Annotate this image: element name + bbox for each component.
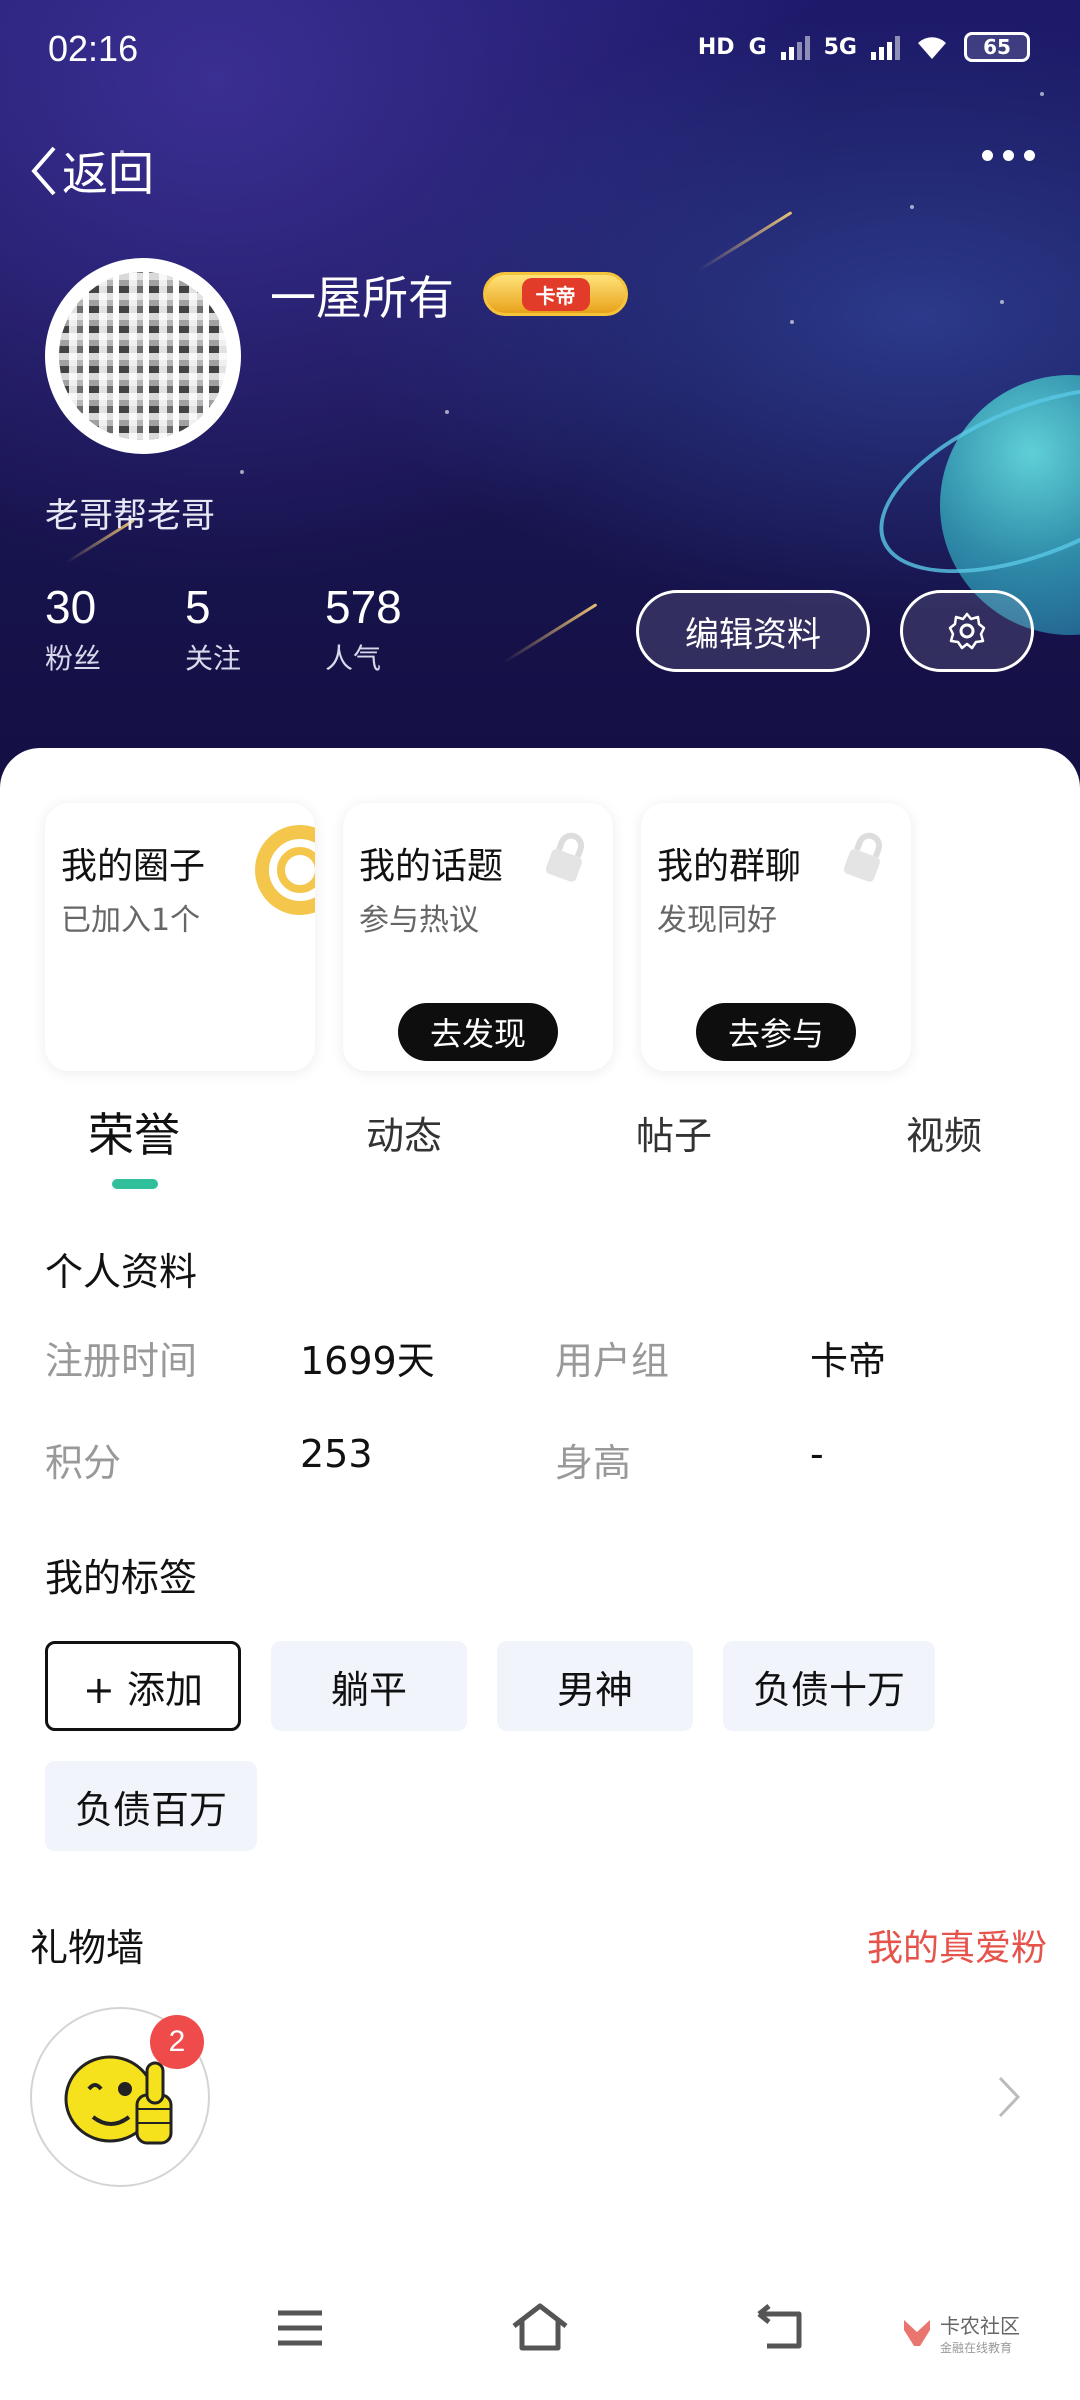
- card-my-circles[interactable]: 我的圈子 已加入1个: [45, 803, 315, 1071]
- battery-icon: 65: [964, 32, 1030, 62]
- more-button[interactable]: [982, 150, 1035, 161]
- user-signature: 老哥帮老哥: [45, 496, 215, 536]
- tab-honor[interactable]: 荣誉: [88, 1099, 180, 1165]
- avatar[interactable]: [45, 258, 241, 454]
- kanong-logo-icon: [904, 2320, 930, 2346]
- personal-info-title: 个人资料: [45, 1250, 198, 1294]
- stat-following[interactable]: 5 关注: [185, 583, 245, 677]
- back-nav-icon[interactable]: [755, 2304, 805, 2350]
- tab-videos[interactable]: 视频: [906, 1105, 982, 1160]
- avatar-image: [59, 272, 227, 440]
- menu-icon[interactable]: [276, 2308, 324, 2348]
- my-tags-title: 我的标签: [45, 1556, 198, 1600]
- info-value-height: -: [810, 1432, 824, 1476]
- watermark-logo: 卡农社区 金融在线教育: [900, 2310, 1020, 2356]
- card-my-groups[interactable]: 我的群聊 发现同好 去参与: [641, 803, 911, 1071]
- user-level-badge[interactable]: 卡帝: [483, 272, 628, 316]
- stat-followers[interactable]: 30 粉丝: [45, 583, 105, 677]
- home-icon[interactable]: [510, 2302, 570, 2352]
- settings-button[interactable]: [900, 590, 1034, 672]
- add-tag-button[interactable]: + 添加: [45, 1641, 241, 1731]
- stat-label: 人气: [325, 642, 382, 676]
- watermark-name: 卡农社区: [940, 2314, 1020, 2338]
- discover-button[interactable]: 去发现: [398, 1003, 558, 1061]
- info-value-register-time: 1699天: [300, 1339, 435, 1383]
- user-stats: 30 粉丝 5 关注 578 人气: [45, 583, 462, 677]
- signal-icon: [780, 34, 810, 60]
- more-dot-icon: [1003, 150, 1014, 161]
- tag-chip[interactable]: 负债百万: [45, 1761, 258, 1851]
- tag-chip[interactable]: 躺平: [271, 1641, 467, 1731]
- circle-icon-inner: [277, 847, 315, 893]
- stat-label: 粉丝: [45, 642, 102, 676]
- card-subtitle: 发现同好: [657, 903, 777, 938]
- status-icons: HD G 5G 65: [698, 32, 1030, 62]
- card-my-topics[interactable]: 我的话题 参与热议 去发现: [343, 803, 613, 1071]
- stat-value: 30: [45, 581, 97, 633]
- tag-list: + 添加 躺平 男神 负债十万 负债百万: [45, 1641, 1035, 1851]
- profile-tabs: 荣誉 动态 帖子 视频: [0, 1105, 1080, 1195]
- tab-activity[interactable]: 动态: [366, 1105, 442, 1160]
- more-dot-icon: [982, 150, 993, 161]
- tab-posts[interactable]: 帖子: [636, 1105, 712, 1160]
- tag-chip[interactable]: 负债十万: [723, 1641, 936, 1731]
- stat-popularity[interactable]: 578 人气: [325, 583, 402, 677]
- status-time: 02:16: [48, 28, 139, 69]
- back-label: 返回: [62, 147, 154, 201]
- stat-label: 关注: [185, 642, 242, 676]
- info-label-points: 积分: [45, 1441, 122, 1485]
- back-button[interactable]: 返回: [28, 138, 154, 204]
- status-bar: 02:16 HD G 5G 65: [0, 0, 1080, 100]
- badge-label: 卡帝: [521, 277, 590, 311]
- active-tab-indicator: [112, 1179, 158, 1189]
- edit-profile-button[interactable]: 编辑资料: [636, 590, 870, 672]
- username: 一屋所有: [270, 271, 454, 325]
- signal-5g-icon: [871, 34, 900, 60]
- card-subtitle: 参与热议: [359, 903, 479, 938]
- lock-icon: [843, 832, 883, 882]
- info-value-user-group: 卡帝: [810, 1339, 887, 1383]
- watermark-sub: 金融在线教育: [940, 2341, 1013, 2355]
- signal-5g-label: 5G: [823, 34, 857, 60]
- info-value-points: 253: [300, 1432, 373, 1476]
- info-label-user-group: 用户组: [555, 1339, 670, 1383]
- signal-g-label: G: [748, 34, 767, 60]
- stat-value: 578: [325, 581, 402, 633]
- stat-value: 5: [185, 581, 211, 633]
- chevron-left-icon: [31, 146, 56, 196]
- info-label-height: 身高: [555, 1441, 632, 1485]
- feature-cards: 我的圈子 已加入1个 我的话题 参与热议 去发现 我的群聊 发现同好 去参与: [45, 803, 911, 1071]
- gift-wall-title: 礼物墙: [30, 1926, 145, 1970]
- join-button[interactable]: 去参与: [696, 1003, 856, 1061]
- info-label-register-time: 注册时间: [45, 1339, 198, 1383]
- wifi-icon: [918, 37, 946, 59]
- tag-chip[interactable]: 男神: [497, 1641, 693, 1731]
- gift-count-badge: 2: [150, 2015, 204, 2069]
- gear-icon: [948, 612, 986, 650]
- card-subtitle: 已加入1个: [61, 903, 201, 938]
- hd-icon: HD: [697, 34, 735, 60]
- true-fans-link[interactable]: 我的真爱粉: [867, 1919, 1047, 1971]
- lock-icon: [545, 832, 585, 882]
- chevron-right-icon[interactable]: [996, 2074, 1022, 2120]
- more-dot-icon: [1024, 150, 1035, 161]
